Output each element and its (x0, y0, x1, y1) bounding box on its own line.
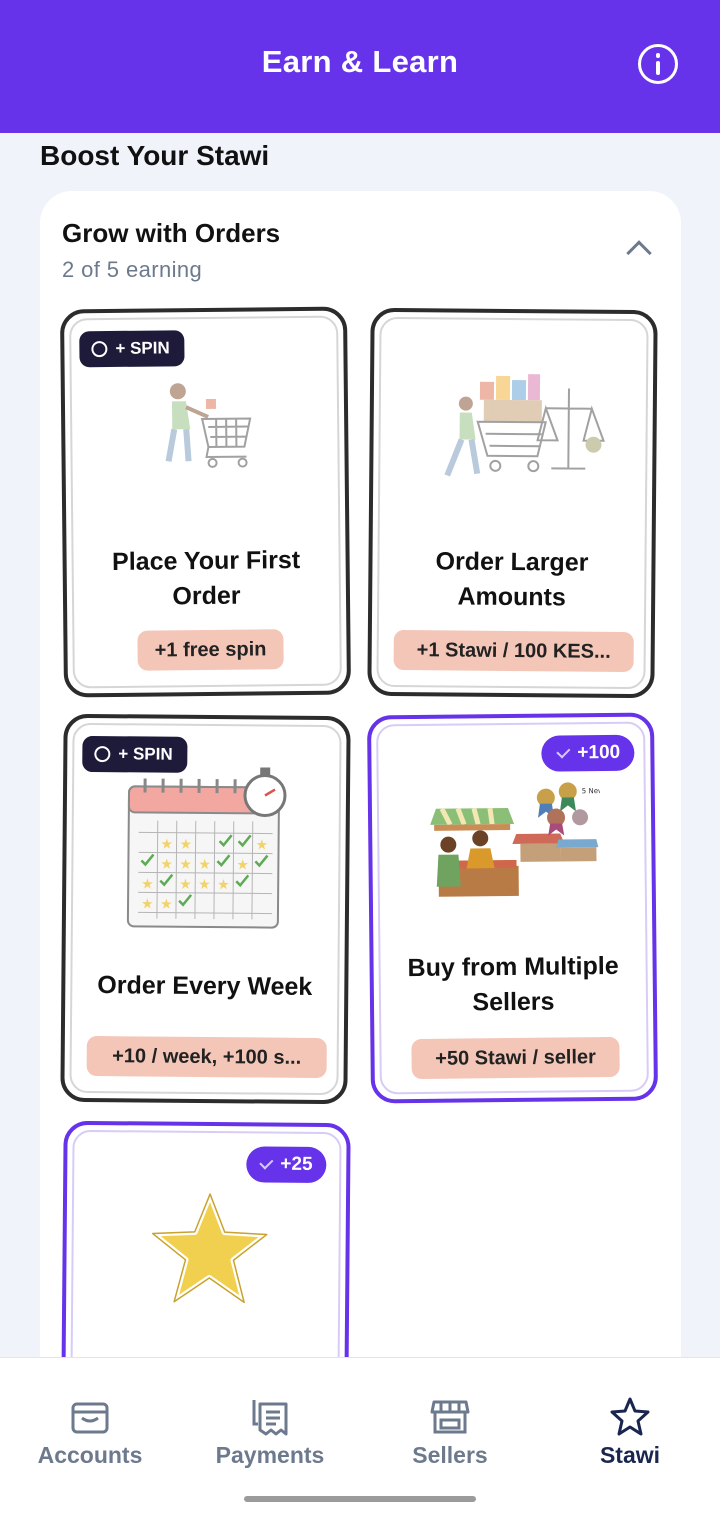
panel-progress: 2 of 5 earning (62, 257, 203, 282)
wallet-icon (71, 1402, 109, 1434)
nav-sellers[interactable]: Sellers (360, 1358, 540, 1498)
reward-chip: +50 Stawi / seller (411, 1036, 620, 1080)
card-title-line: Order (172, 581, 241, 611)
earned-badge: +100 (541, 734, 635, 772)
svg-text:★: ★ (198, 857, 211, 873)
card-title-line: Order Larger (435, 547, 589, 577)
check-icon (556, 744, 571, 759)
task-card-order-weekly[interactable]: + SPIN ★ ★ ★ ★ ★ ★ ★ ★ ★ ★ ★ ★ ★ Order E… (60, 713, 351, 1105)
nav-payments[interactable]: Payments (180, 1358, 360, 1498)
card-title-line: Order Every Week (97, 971, 313, 1001)
reward-chip: +1 Stawi / 100 KES... (393, 629, 634, 673)
nav-label: Accounts (37, 1442, 143, 1468)
nav-label: Sellers (412, 1442, 488, 1468)
illustration-caption: 5 New (582, 787, 601, 795)
svg-text:★: ★ (179, 857, 192, 873)
app-header: Earn & Learn (0, 0, 720, 133)
page-title: Earn & Learn (261, 44, 459, 79)
nav-label: Payments (215, 1442, 325, 1468)
svg-text:★: ★ (179, 877, 192, 893)
cart-scale-illustration (444, 374, 605, 477)
svg-text:★: ★ (179, 837, 192, 853)
check-icon (259, 1155, 274, 1170)
spin-icon (91, 341, 108, 358)
spin-icon (94, 746, 111, 763)
nav-stawi[interactable]: Stawi (540, 1358, 720, 1498)
svg-text:★: ★ (198, 877, 211, 893)
card-title-line: Buy from Multiple (407, 951, 619, 983)
shopping-cart-illustration (165, 383, 252, 468)
spin-badge: + SPIN (79, 330, 185, 368)
task-card-larger-amounts[interactable]: Order Larger Amounts +1 Stawi / 100 KES.… (367, 307, 658, 699)
star-illustration (149, 1191, 270, 1306)
earned-badge: +25 (246, 1146, 327, 1184)
card-title-line: Amounts (457, 582, 566, 612)
svg-text:★: ★ (217, 877, 230, 893)
section-title: Boost Your Stawi (40, 140, 270, 171)
svg-text:★: ★ (236, 857, 249, 873)
info-icon[interactable] (638, 44, 678, 84)
earned-badge-label: +25 (280, 1153, 313, 1175)
reward-chip: +10 / week, +100 s... (86, 1035, 327, 1079)
task-card-multiple-sellers[interactable]: +100 5 New Buy from Multiple Sellers +50… (366, 712, 659, 1104)
panel-title: Grow with Orders (62, 218, 281, 248)
nav-label: Stawi (599, 1442, 661, 1468)
svg-text:★: ★ (160, 897, 173, 913)
receipt-icon (252, 1400, 288, 1436)
task-card-first-order[interactable]: + SPIN Place Your First Order +1 free sp… (59, 306, 352, 698)
card-title-line: Sellers (472, 987, 555, 1017)
nav-accounts[interactable]: Accounts (0, 1358, 180, 1498)
calendar-stopwatch-illustration: ★ ★ ★ ★ ★ ★ ★ ★ ★ ★ ★ ★ ★ (126, 767, 287, 929)
svg-text:★: ★ (160, 857, 173, 873)
reward-chip: +1 free spin (137, 629, 284, 671)
svg-text:★: ★ (255, 837, 268, 853)
bottom-nav: Accounts Payments Sellers Stawi (0, 1357, 720, 1514)
svg-text:★: ★ (141, 876, 154, 892)
star-icon (610, 1397, 650, 1436)
home-indicator[interactable] (244, 1496, 476, 1502)
earned-badge-label: +100 (577, 741, 621, 764)
spin-badge-label: + SPIN (115, 338, 170, 358)
svg-text:★: ★ (160, 837, 173, 853)
card-title-line: Place Your First (111, 546, 301, 576)
market-stalls-illustration: 5 New (430, 782, 601, 897)
store-icon (430, 1400, 470, 1434)
svg-text:★: ★ (141, 896, 154, 912)
